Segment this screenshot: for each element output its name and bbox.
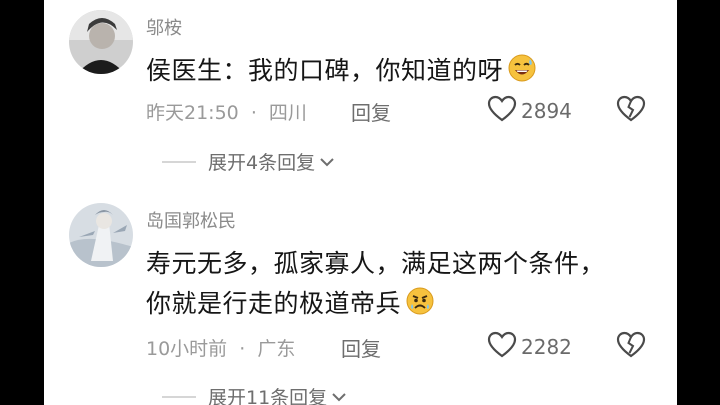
like-count: 2894 xyxy=(521,99,572,123)
expand-replies-label: 展开4条回复 xyxy=(208,152,316,174)
avatar[interactable] xyxy=(69,203,133,267)
like-button[interactable]: 2894 xyxy=(487,95,572,127)
dislike-button[interactable] xyxy=(616,95,646,127)
expand-replies-label: 展开11条回复 xyxy=(208,387,328,405)
comment-screen: 邬桉 侯医生：我的口碑，你知道的呀 昨天21:50 · 四川 回复 2894 展… xyxy=(44,0,677,405)
meta-separator: · xyxy=(239,338,246,360)
like-button[interactable]: 2282 xyxy=(487,331,572,363)
comment-time: 10小时前 xyxy=(146,338,228,360)
comment-time: 昨天21:50 xyxy=(146,102,239,124)
dislike-button[interactable] xyxy=(616,331,646,363)
expand-replies: 展开11条回复 xyxy=(162,383,347,405)
meta-separator: · xyxy=(250,102,257,124)
comment-meta: 昨天21:50 · 四川 xyxy=(146,98,307,125)
chevron-down-icon xyxy=(331,386,347,405)
reply-button[interactable]: 回复 xyxy=(351,97,391,126)
comment-text-line: 寿元无多，孤家寡人，满足这两个条件， xyxy=(146,249,606,278)
like-count: 2282 xyxy=(521,335,572,359)
comment-text-line: 你就是行走的极道帝兵 xyxy=(146,289,402,318)
divider-line xyxy=(162,395,196,398)
comment-text: 你就是行走的极道帝兵 xyxy=(146,284,435,322)
reply-button[interactable]: 回复 xyxy=(341,333,381,362)
broken-heart-icon xyxy=(616,95,646,127)
expand-replies-button[interactable]: 展开4条回复 xyxy=(208,148,335,175)
comment-location: 广东 xyxy=(257,338,296,360)
comment-username[interactable]: 邬桉 xyxy=(146,14,182,40)
broken-heart-icon xyxy=(616,331,646,363)
comment-username[interactable]: 岛国郭松民 xyxy=(146,207,236,233)
smiling-sweat-emoji-icon xyxy=(507,53,537,89)
comment-text: 侯医生：我的口碑，你知道的呀 xyxy=(146,51,537,89)
heart-outline-icon xyxy=(487,331,517,363)
comment-location: 四川 xyxy=(268,102,307,124)
comment-meta: 10小时前 · 广东 xyxy=(146,334,295,361)
anguished-emoji-icon xyxy=(405,286,435,322)
divider-line xyxy=(162,160,196,163)
expand-replies: 展开4条回复 xyxy=(162,148,335,175)
expand-replies-button[interactable]: 展开11条回复 xyxy=(208,383,347,405)
chevron-down-icon xyxy=(319,151,335,173)
comment-text-line: 侯医生：我的口碑，你知道的呀 xyxy=(146,56,504,85)
avatar[interactable] xyxy=(69,10,133,74)
heart-outline-icon xyxy=(487,95,517,127)
